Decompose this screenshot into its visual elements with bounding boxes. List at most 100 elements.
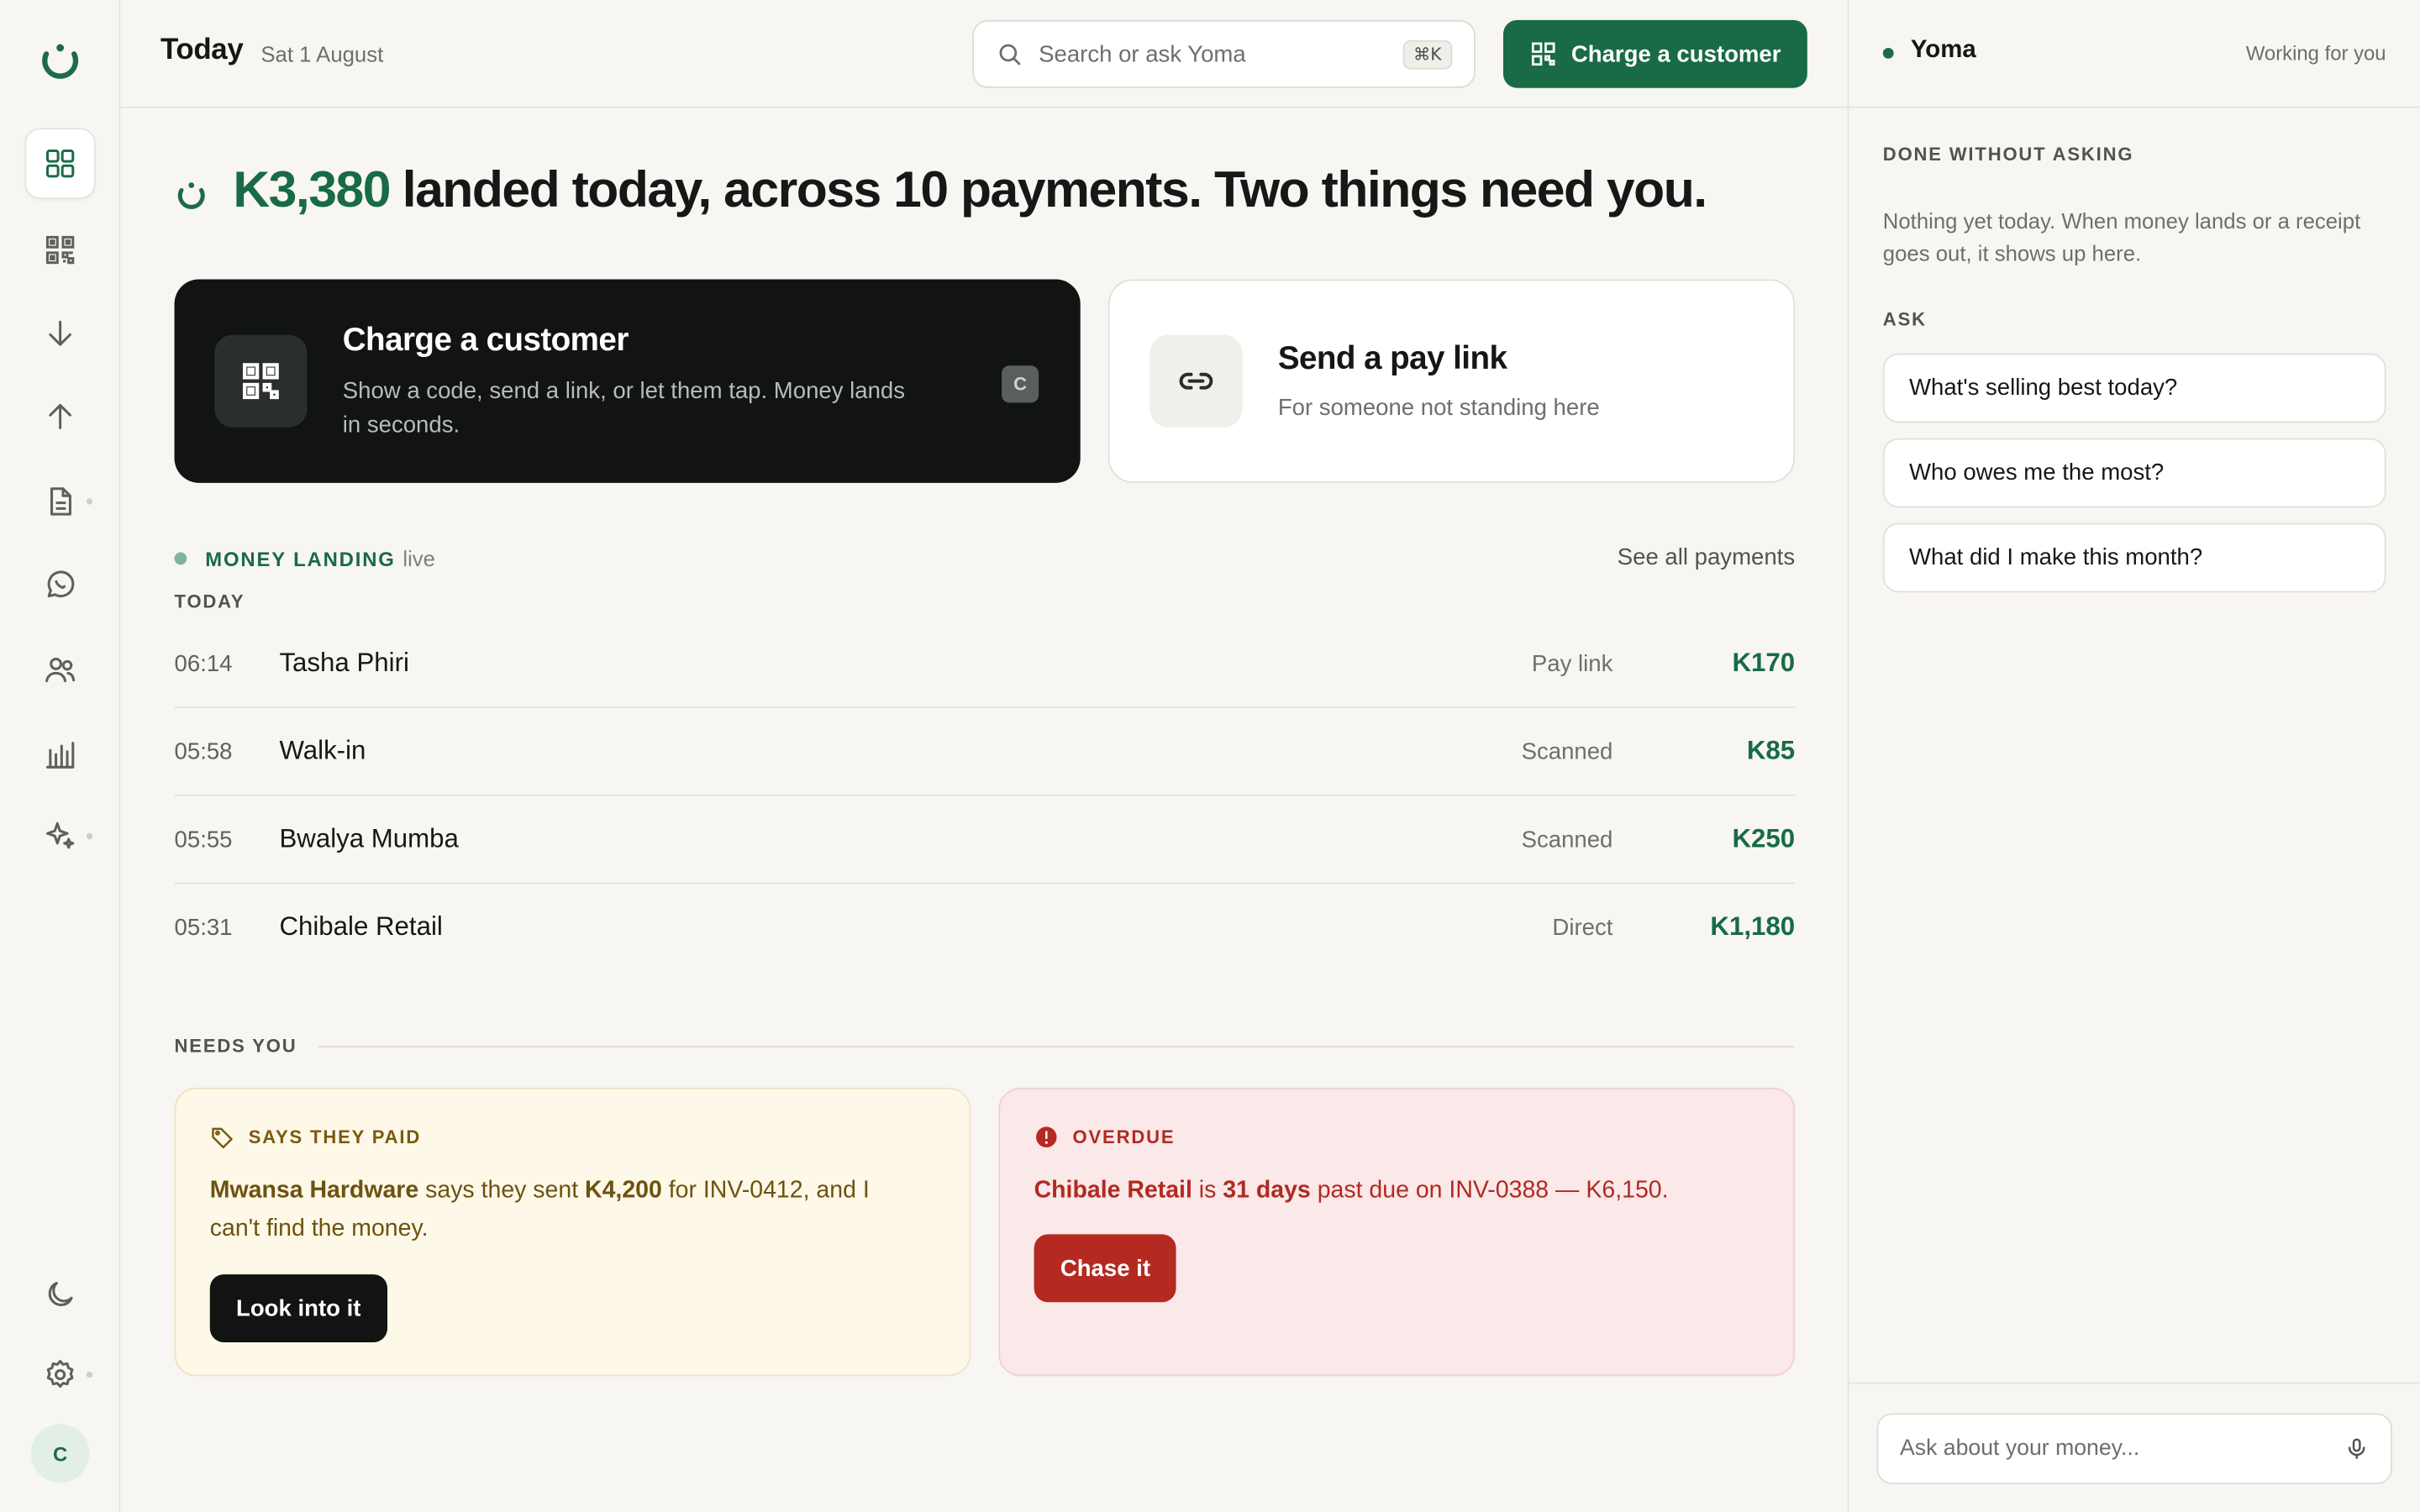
payment-row[interactable]: 06:14 Tasha Phiri Pay link K170 <box>174 620 1796 709</box>
nav-customers[interactable] <box>24 634 95 705</box>
sidebar: C <box>0 0 121 1512</box>
done-without-asking-label: DONE WITHOUT ASKING <box>1882 143 2134 165</box>
payment-time: 05:58 <box>174 738 233 766</box>
send-pay-link-card[interactable]: Send a pay link For someone not standing… <box>1107 279 1796 483</box>
microphone-icon[interactable] <box>2344 1436 2369 1461</box>
says-paid-customer[interactable]: Mwansa Hardware <box>210 1177 418 1203</box>
nav-indicator-dot <box>86 498 93 505</box>
payment-row[interactable]: 05:58 Walk-in Scanned K85 <box>174 708 1796 796</box>
overdue-tag-label: OVERDUE <box>1072 1126 1176 1148</box>
ask-label: ASK <box>1882 308 1927 331</box>
says-paid-message: Mwansa Hardware says they sent K4,200 fo… <box>210 1171 920 1248</box>
charge-customer-button[interactable]: Charge a customer <box>1502 19 1807 88</box>
arrow-down-icon <box>49 320 71 346</box>
nav-qr-charge[interactable] <box>24 214 95 285</box>
ask-input-placeholder: Ask about your money... <box>1900 1436 2140 1462</box>
look-into-it-button[interactable]: Look into it <box>209 1274 387 1342</box>
payment-row[interactable]: 05:31 Chibale Retail Direct K1,180 <box>175 884 1796 972</box>
charge-customer-card[interactable]: Charge a customer Show a code, send a li… <box>174 279 1081 483</box>
payment-customer: Tasha Phiri <box>279 648 409 678</box>
sparkle-icon <box>45 822 75 849</box>
charge-shortcut-key: C <box>1002 365 1039 403</box>
document-icon <box>50 487 71 516</box>
headline-text: landed today, across 10 payments. Two th… <box>402 160 1707 218</box>
gear-icon <box>46 1360 74 1389</box>
nav-assistant[interactable] <box>24 801 95 871</box>
qr-code-icon <box>1532 42 1555 66</box>
assistant-name: Yoma <box>1910 37 1976 64</box>
charge-card-description: Show a code, send a link, or let them ta… <box>342 377 906 438</box>
see-all-payments-link[interactable]: See all payments <box>1618 544 1795 570</box>
payment-row[interactable]: 05:55 Bwalya Mumba Scanned K250 <box>174 796 1795 885</box>
payment-customer: Walk-in <box>279 736 366 766</box>
payment-time: 05:55 <box>174 827 233 853</box>
alert-circle-icon <box>1036 1126 1057 1147</box>
nav-settings[interactable] <box>24 1339 95 1410</box>
headline-amount: K3,380 <box>233 160 391 218</box>
suggestion-who-owes[interactable]: Who owes me the most? <box>1882 438 2386 508</box>
nav-dashboard[interactable] <box>24 128 96 199</box>
whatsapp-icon <box>47 570 75 598</box>
payment-amount: K85 <box>1746 736 1796 766</box>
suggestion-month-earnings[interactable]: What did I make this month? <box>1882 522 2386 593</box>
overdue-customer[interactable]: Chibale Retail <box>1034 1177 1192 1203</box>
search-input[interactable]: Search or ask Yoma ⌘K <box>972 19 1476 88</box>
yoma-logo-icon[interactable] <box>39 39 82 81</box>
assistant-status: Working for you <box>2245 41 2386 66</box>
overdue-message: Chibale Retail is 31 days past due on IN… <box>1034 1171 1744 1210</box>
ask-input[interactable]: Ask about your money... <box>1876 1413 2392 1484</box>
nav-reports[interactable] <box>24 719 95 790</box>
pay-link-card-description: For someone not standing here <box>1277 395 1600 422</box>
says-paid-tag: SAYS THEY PAID <box>210 1125 421 1149</box>
assistant-header: Yoma Working for you <box>1849 0 2420 108</box>
charge-customer-label: Charge a customer <box>1570 40 1781 67</box>
search-icon <box>999 44 1021 66</box>
says-paid-tag-label: SAYS THEY PAID <box>248 1126 422 1148</box>
arrow-up-icon <box>49 403 71 429</box>
live-status-label: live <box>402 546 435 571</box>
payment-method: Direct <box>1552 915 1613 942</box>
ask-bar: Ask about your money... <box>1849 1382 2420 1512</box>
money-landing-label: MONEY LANDING <box>205 548 396 571</box>
search-shortcut-badge: ⌘K <box>1402 39 1453 69</box>
payment-amount: K170 <box>1732 648 1796 678</box>
needs-you-header: NEEDS YOU <box>175 1034 1796 1058</box>
needs-you-divider <box>318 1045 1796 1047</box>
tag-icon <box>212 1127 233 1149</box>
overdue-days: 31 days <box>1223 1177 1311 1204</box>
money-landing-header: MONEY LANDING live See all payments <box>174 543 1795 577</box>
grid-icon <box>45 150 75 178</box>
page-date: Sat 1 August <box>260 41 384 66</box>
user-avatar[interactable]: C <box>30 1424 90 1483</box>
chase-it-button[interactable]: Chase it <box>1034 1234 1177 1303</box>
main-content: Today Sat 1 August Search or ask Yoma ⌘K… <box>120 0 1849 1512</box>
nav-whatsapp[interactable] <box>24 549 95 620</box>
charge-icon-box <box>214 334 308 428</box>
suggestion-selling-best[interactable]: What's selling best today? <box>1882 353 2386 423</box>
payment-customer: Chibale Retail <box>279 911 443 942</box>
qr-code-icon <box>242 363 279 400</box>
nav-invoices[interactable] <box>24 466 95 537</box>
says-paid-amount: K4,200 <box>585 1177 662 1204</box>
payment-customer: Bwalya Mumba <box>279 823 459 853</box>
done-without-asking-text: Nothing yet today. When money lands or a… <box>1882 207 2361 265</box>
nav-indicator-dot <box>86 832 93 840</box>
search-placeholder: Search or ask Yoma <box>1039 40 1246 67</box>
says-they-paid-alert: SAYS THEY PAID Mwansa Hardware says they… <box>174 1087 971 1377</box>
nav-money-out[interactable] <box>24 381 95 452</box>
overdue-text-2: past due on INV-0388 — K6,150. <box>1317 1177 1669 1204</box>
assistant-status-dot <box>1882 47 1894 59</box>
assistant-panel: Yoma Working for you DONE WITHOUT ASKING… <box>1849 0 2420 1512</box>
says-paid-text-1: says they sent <box>425 1177 579 1204</box>
topbar: Today Sat 1 August Search or ask Yoma ⌘K… <box>120 0 1848 108</box>
page-title: Today <box>160 34 244 66</box>
link-icon <box>1179 372 1213 390</box>
yoma-mark-icon <box>177 182 205 209</box>
payment-time: 05:31 <box>174 915 233 942</box>
theme-toggle[interactable] <box>24 1259 95 1330</box>
payment-time: 06:14 <box>174 651 233 678</box>
live-status-dot <box>174 552 187 565</box>
nav-money-in[interactable] <box>24 297 95 368</box>
bar-chart-icon <box>45 742 75 769</box>
payment-method: Scanned <box>1521 827 1613 853</box>
